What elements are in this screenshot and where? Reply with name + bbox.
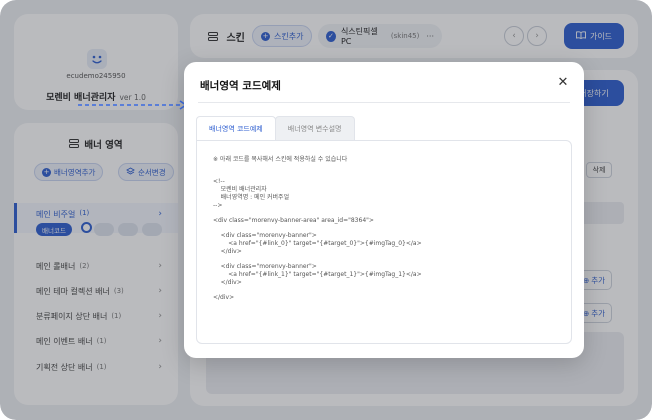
code-notice: ※ 아래 코드를 복사해서 스킨에 적용하실 수 있습니다 xyxy=(213,156,348,163)
code-line: <div class="morenvy-banner"> xyxy=(213,263,317,270)
drag-arrow-icon xyxy=(78,100,188,110)
modal-title: 배너영역 코드예제 xyxy=(200,80,281,92)
tab-code-example[interactable]: 배너영역 코드예제 xyxy=(196,116,276,141)
code-block[interactable]: ※ 아래 코드를 복사해서 스킨에 적용하실 수 있습니다 <!-- 모렌비 배… xyxy=(196,140,572,344)
app-window: ecudemo245950 모렌비 배너관리자 ver 1.0 배너 영역 + 배… xyxy=(0,0,652,420)
close-icon[interactable]: ✕ xyxy=(556,76,570,90)
code-line: <div class="morenvy-banner"> xyxy=(213,232,317,239)
code-example-modal: 배너영역 코드예제 ✕ 배너영역 코드예제 배너영역 변수설명 ※ 아래 코드를… xyxy=(184,62,584,358)
tab-variable-description[interactable]: 배너영역 변수설명 xyxy=(274,116,355,141)
code-gap xyxy=(213,164,555,171)
code-line: <!-- xyxy=(213,178,225,185)
modal-tabs: 배너영역 코드예제 배너영역 변수설명 xyxy=(196,116,355,141)
code-line: <div class="morenvy-banner-area" area_id… xyxy=(213,217,374,224)
code-gap xyxy=(213,210,555,217)
code-gap xyxy=(213,287,555,294)
divider xyxy=(198,102,570,103)
code-gap xyxy=(213,225,555,232)
code-line: 배너영역명 : 메인 커버주얼 xyxy=(213,194,290,201)
code-line: </div> xyxy=(213,279,242,286)
code-line: </div> xyxy=(213,294,235,301)
code-gap xyxy=(213,256,555,263)
code-line: 모렌비 배너관리자 xyxy=(213,186,267,193)
code-gap xyxy=(213,171,555,178)
code-line: <a href="{#link_0}" target="{#target_0}"… xyxy=(213,240,422,247)
code-line: <a href="{#link_1}" target="{#target_1}"… xyxy=(213,271,422,278)
code-line: --> xyxy=(213,202,223,209)
code-line: </div> xyxy=(213,248,242,255)
